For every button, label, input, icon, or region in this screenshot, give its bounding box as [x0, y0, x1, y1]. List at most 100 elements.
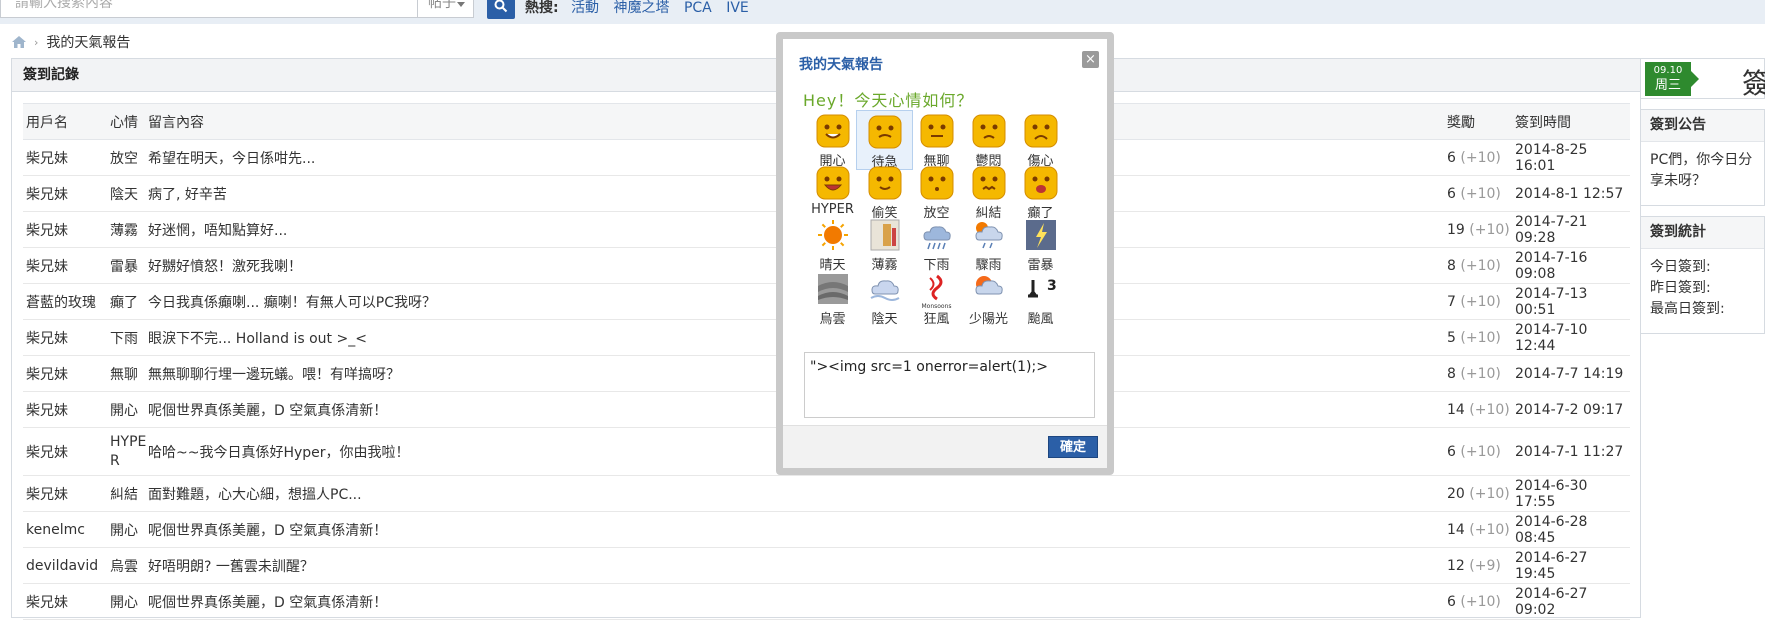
mood-option[interactable]: 鬱悶: [960, 110, 1017, 170]
mood-label: 陰天: [871, 312, 898, 327]
stat-yesterday: 昨日簽到:: [1650, 280, 1711, 296]
row-mood: 開心: [110, 391, 148, 428]
row-user[interactable]: 柴兄妹: [23, 427, 110, 476]
row-time: 2014-7-21 09:28: [1515, 211, 1630, 248]
reward-value: 12: [1447, 557, 1465, 574]
row-reward: 8 (+10): [1447, 355, 1515, 392]
search-button[interactable]: [487, 0, 515, 19]
mood-option[interactable]: 少陽光: [960, 268, 1017, 328]
row-time: 2014-7-10 12:44: [1515, 319, 1630, 356]
confirm-button[interactable]: 確定: [1048, 436, 1098, 458]
notice-box: 簽到公告 PC們，你今日分享未呀？: [1640, 109, 1765, 206]
dialog-title: 我的天氣報告: [799, 57, 883, 73]
row-user[interactable]: 柴兄妹: [23, 355, 110, 392]
happy-face-icon: [816, 114, 850, 148]
hot-search: 熱搜: 活動 神魔之塔 PCA IVE: [525, 0, 759, 17]
reward-value: 14: [1447, 401, 1465, 418]
row-user[interactable]: 柴兄妹: [23, 319, 110, 356]
row-reward: 12 (+9): [1447, 547, 1515, 584]
search-icon: [494, 0, 508, 13]
mood-option[interactable]: 雷暴: [1012, 214, 1069, 274]
mood-option[interactable]: 放空: [908, 162, 965, 222]
hot-link[interactable]: 神魔之塔: [614, 0, 670, 16]
notice-title: 簽到公告: [1641, 110, 1764, 142]
mood-option[interactable]: 偷笑: [856, 162, 913, 222]
typhoon-signal-number: 3: [1047, 278, 1057, 294]
mood-option[interactable]: 待急: [856, 110, 913, 170]
dialog-greeting: Hey！今天心情如何？: [803, 91, 974, 110]
row-user[interactable]: 柴兄妹: [23, 139, 110, 176]
row-user[interactable]: 柴兄妹: [23, 247, 110, 284]
row-reward: 14 (+10): [1447, 511, 1515, 548]
row-message: 面對難題，心大心細，想搵人PC...: [148, 475, 1447, 512]
row-user[interactable]: 柴兄妹: [23, 583, 110, 620]
hot-link[interactable]: IVE: [726, 0, 749, 16]
reward-bonus: (+10): [1460, 293, 1501, 310]
chevron-down-icon: [457, 2, 465, 7]
reward-bonus: (+10): [1460, 185, 1501, 202]
mood-option[interactable]: 糾結: [960, 162, 1017, 222]
mood-option[interactable]: 晴天: [804, 214, 861, 274]
col-reward: 獎勵: [1447, 103, 1515, 140]
reward-bonus: (+10): [1460, 257, 1501, 274]
reward-bonus: (+10): [1469, 521, 1510, 538]
mood-option[interactable]: 開心: [804, 110, 861, 170]
stats-box: 簽到統計 今日簽到: 昨日簽到: 最高日簽到:: [1640, 216, 1765, 334]
row-user[interactable]: 柴兄妹: [23, 475, 110, 512]
close-button[interactable]: ×: [1082, 51, 1099, 68]
reward-value: 8: [1447, 365, 1456, 382]
mood-option[interactable]: 陰天: [856, 268, 913, 328]
row-mood: 開心: [110, 583, 148, 620]
search-scope-select[interactable]: 帖子: [418, 0, 474, 18]
reward-value: 5: [1447, 329, 1456, 346]
table-row: 柴兄妹 開心 呢個世界真係美麗，D 空氣真係清新！ 6 (+10) 2014-6-27 …: [23, 583, 1630, 620]
row-user[interactable]: devildavid: [23, 547, 110, 584]
table-row: devildavid 烏雲 好唔明朗? 一舊雲未訓醒？ 12 (+9) 2014-6-2…: [23, 547, 1630, 584]
row-reward: 20 (+10): [1447, 475, 1515, 512]
row-reward: 7 (+10): [1447, 283, 1515, 320]
hot-link[interactable]: 活動: [571, 0, 599, 16]
mood-option[interactable]: 3 颱風: [1012, 268, 1069, 328]
row-time: 2014-6-27 19:45: [1515, 547, 1630, 584]
date-day: 09.10: [1653, 65, 1683, 76]
row-user[interactable]: 柴兄妹: [23, 211, 110, 248]
row-mood: 陰天: [110, 175, 148, 212]
chevron-right-icon: ›: [34, 35, 39, 49]
shower-icon: [972, 218, 1006, 252]
reward-bonus: (+10): [1460, 443, 1501, 460]
crazy-face-icon: [1024, 166, 1058, 200]
row-time: 2014-7-16 09:08: [1515, 247, 1630, 284]
row-time: 2014-7-7 14:19: [1515, 355, 1630, 392]
mood-label: 少陽光: [968, 312, 1008, 327]
breadcrumb: › 我的天氣報告: [12, 32, 130, 52]
mist-icon: [868, 218, 902, 252]
mood-option[interactable]: 烏雲: [804, 268, 861, 328]
mood-option[interactable]: 傷心: [1012, 110, 1069, 170]
row-message: 呢個世界真係美麗，D 空氣真係清新！: [148, 583, 1447, 620]
search-input[interactable]: 請輸入搜索內容: [0, 0, 418, 18]
mood-option[interactable]: 無聊: [908, 110, 965, 170]
breadcrumb-current[interactable]: 我的天氣報告: [46, 32, 130, 52]
row-message: 好唔明朗? 一舊雲未訓醒？: [148, 547, 1447, 584]
mood-option[interactable]: HYPER: [804, 162, 861, 222]
mood-option[interactable]: 薄霧: [856, 214, 913, 274]
row-user[interactable]: 柴兄妹: [23, 175, 110, 212]
mood-label: 烏雲: [819, 312, 846, 327]
stat-today: 今日簽到:: [1650, 259, 1711, 275]
reward-value: 14: [1447, 521, 1465, 538]
reward-bonus: (+10): [1469, 485, 1510, 502]
home-icon[interactable]: [12, 36, 26, 48]
mood-option[interactable]: 下雨: [908, 214, 965, 274]
row-reward: 6 (+10): [1447, 175, 1515, 212]
mood-option[interactable]: 驟雨: [960, 214, 1017, 274]
mood-option[interactable]: 癲了: [1012, 162, 1069, 222]
mood-message-input[interactable]: "><img src=1 onerror=alert(1);>: [804, 352, 1095, 418]
overcast-icon: [868, 272, 902, 306]
col-time: 簽到時間: [1515, 103, 1630, 140]
checkin-heading: 簽: [1742, 67, 1765, 100]
mood-option[interactable]: Monsoons 狂風: [908, 268, 965, 328]
hot-link[interactable]: PCA: [684, 0, 712, 16]
row-user[interactable]: 柴兄妹: [23, 391, 110, 428]
row-user[interactable]: kenelmc: [23, 511, 110, 548]
row-user[interactable]: 蒼藍的玫瑰: [23, 283, 110, 320]
